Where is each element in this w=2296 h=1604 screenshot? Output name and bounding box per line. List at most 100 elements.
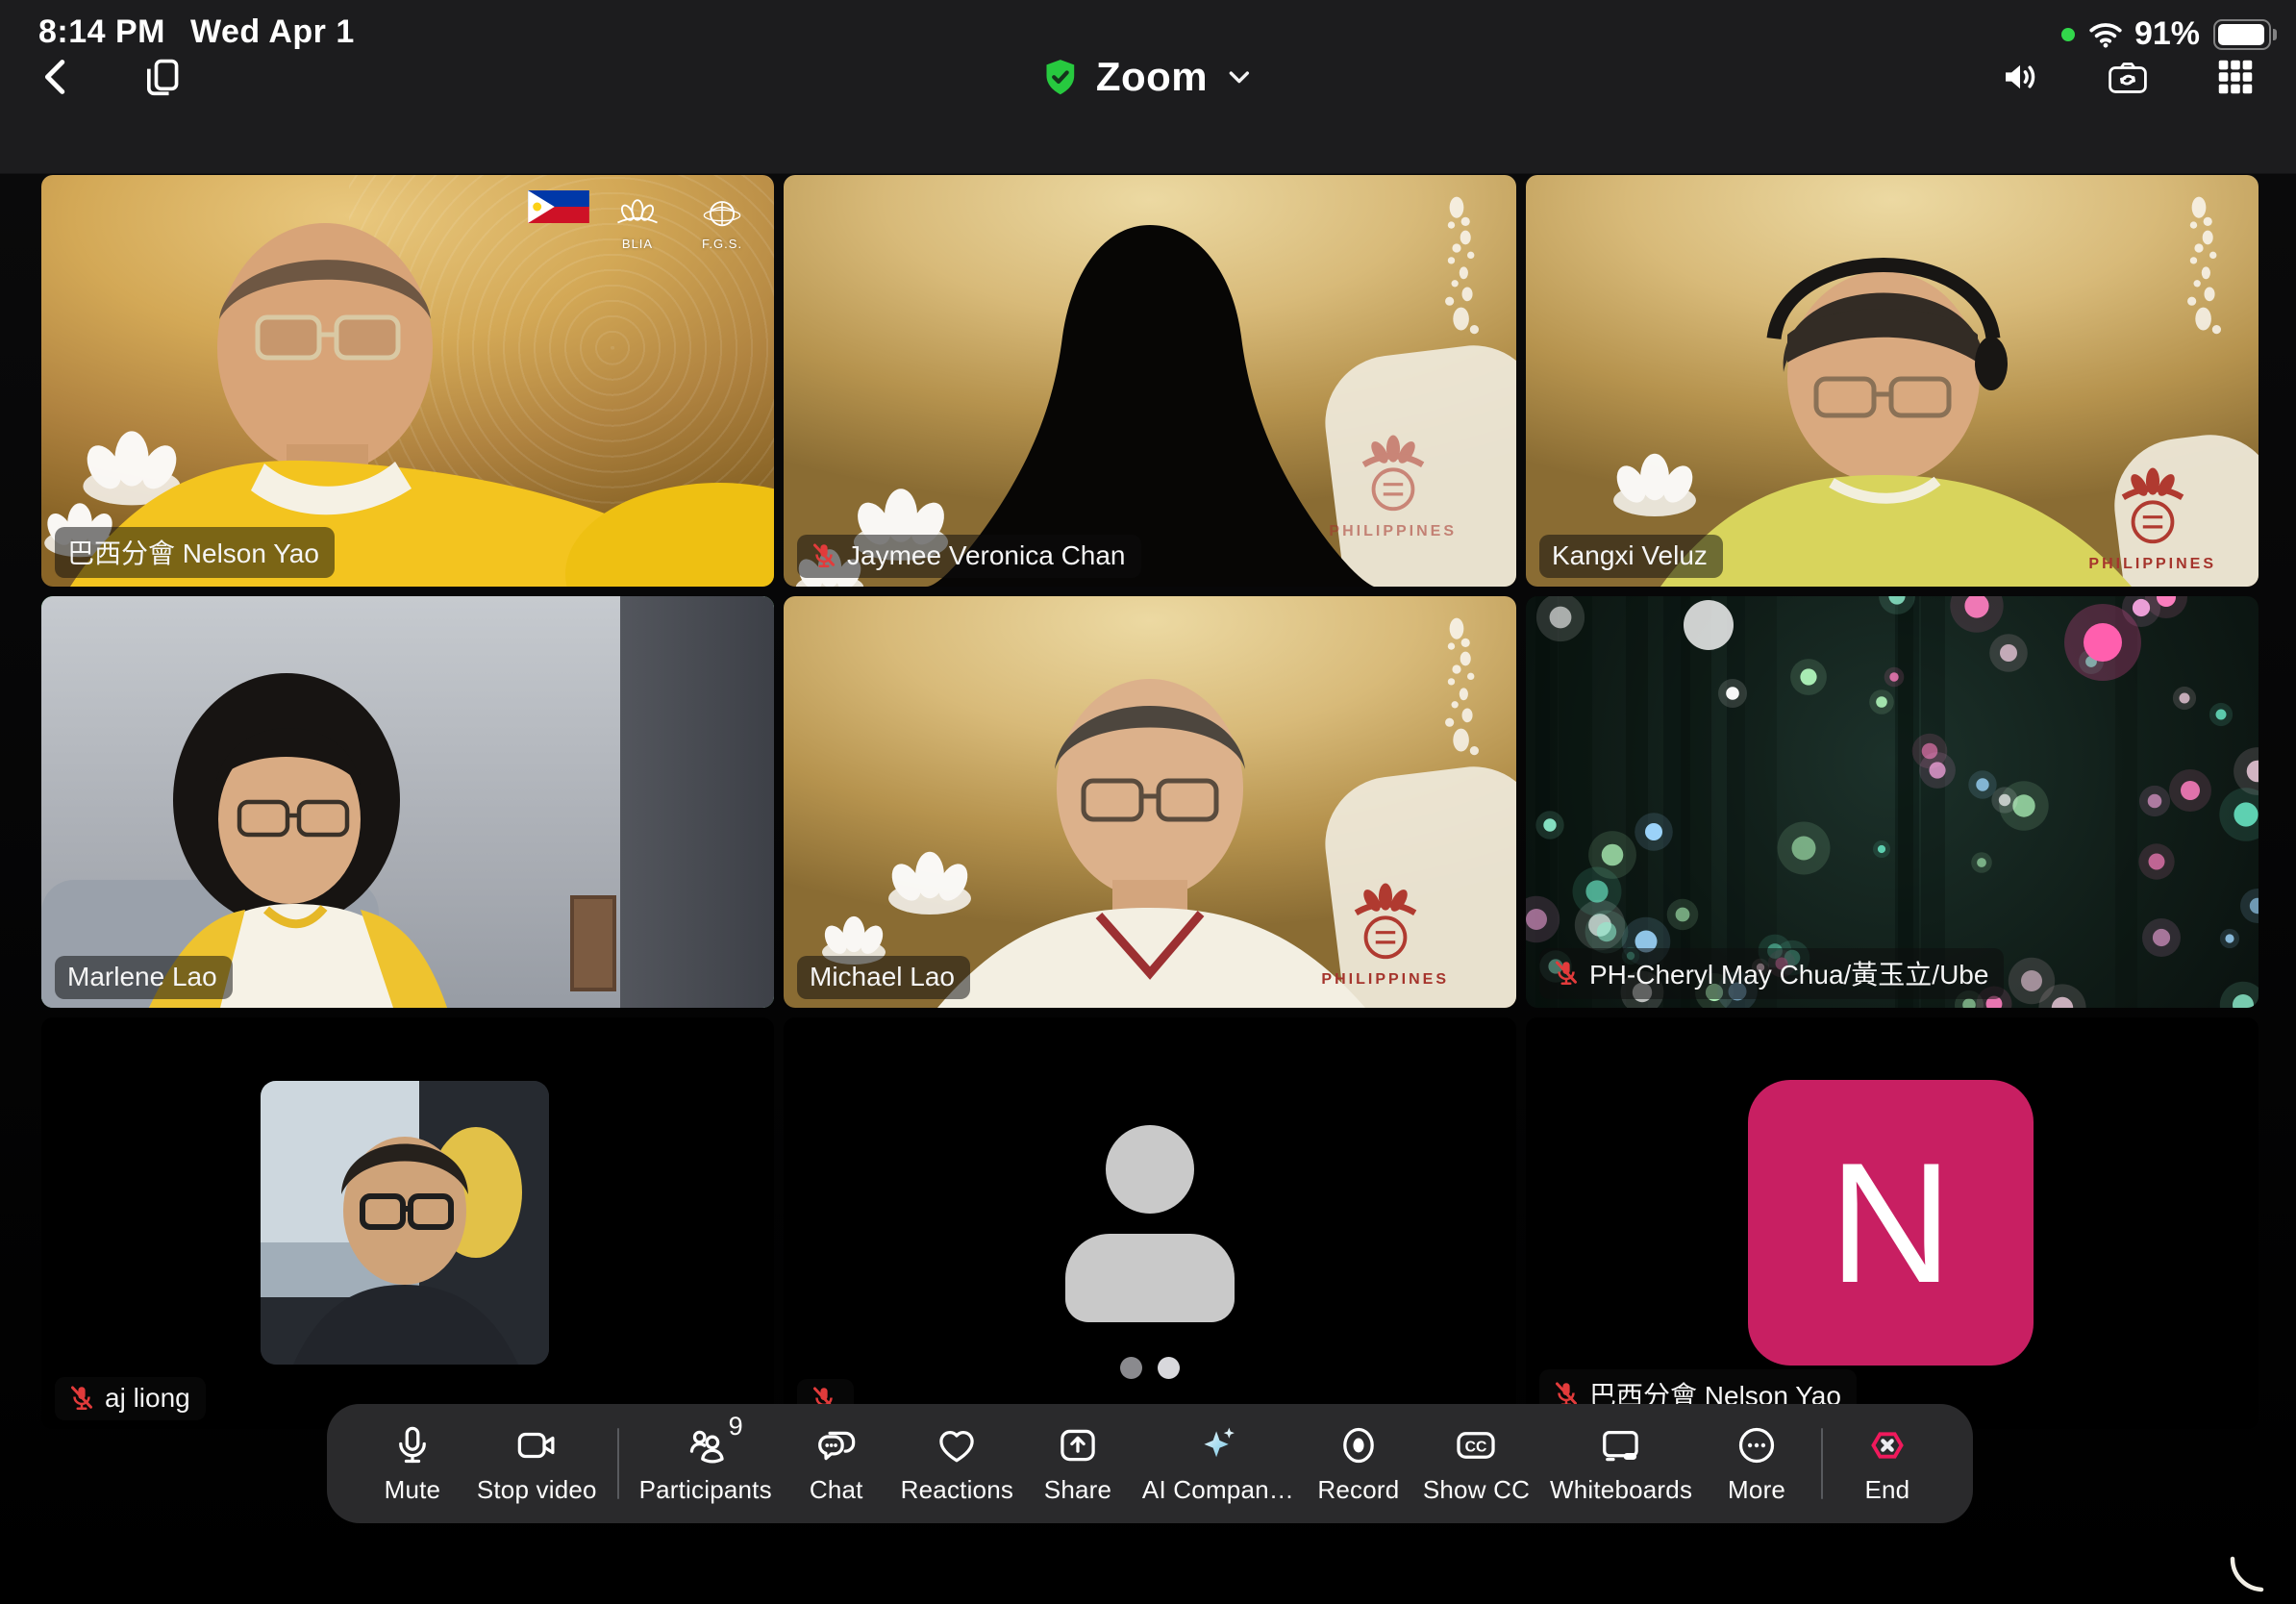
toolbar-button-label: Record xyxy=(1317,1475,1399,1505)
toolbar-button-whiteboards[interactable]: Whiteboards xyxy=(1550,1423,1692,1505)
toolbar-button-label: Share xyxy=(1044,1475,1111,1505)
app-switcher-icon xyxy=(140,55,185,102)
participant-name: aj liong xyxy=(105,1383,190,1414)
toolbar-button-label: Reactions xyxy=(901,1475,1013,1505)
toolbar-button-label: Whiteboards xyxy=(1550,1475,1692,1505)
participant-name-label: Michael Lao xyxy=(797,956,970,999)
muted-microphone-icon xyxy=(810,541,838,570)
toolbar-button-more[interactable]: More xyxy=(1712,1423,1801,1505)
participant-name: PH-Cheryl May Chua/黃玉立/Ube xyxy=(1589,954,1988,992)
toolbar-button-label: AI Compan… xyxy=(1142,1475,1294,1505)
participants-icon: 9 xyxy=(684,1423,728,1467)
participant-video-person xyxy=(261,1081,549,1365)
participant-name-label: Kangxi Veluz xyxy=(1539,535,1723,578)
video-tile[interactable] xyxy=(784,1017,1516,1429)
camera-flip-icon xyxy=(2106,55,2150,102)
microphone-icon xyxy=(390,1423,435,1467)
muted-microphone-icon xyxy=(1552,959,1581,988)
heart-icon xyxy=(935,1423,979,1467)
toolbar-button-share[interactable]: Share xyxy=(1034,1423,1122,1505)
apps-grid-button[interactable] xyxy=(2209,52,2261,104)
video-tile[interactable]: aj liong xyxy=(41,1017,774,1429)
battery-percent: 91% xyxy=(2134,15,2200,53)
wifi-icon xyxy=(2086,19,2125,50)
toolbar-divider xyxy=(1821,1428,1823,1499)
video-tile[interactable]: PHILIPPINES Kangxi Veluz xyxy=(1526,175,2259,587)
toolbar-button-stop-video[interactable]: Stop video xyxy=(477,1423,597,1505)
participant-name: Marlene Lao xyxy=(67,962,217,992)
participant-name-label: 巴西分會 Nelson Yao xyxy=(55,527,335,578)
ai-companion-icon xyxy=(1196,1423,1240,1467)
page-dot xyxy=(1158,1357,1180,1379)
speaker-button[interactable] xyxy=(1994,52,2046,104)
participant-name-label: Jaymee Veronica Chan xyxy=(797,535,1141,578)
record-icon xyxy=(1336,1423,1381,1467)
camera-flip-button[interactable] xyxy=(2102,52,2154,104)
toolbar-button-label: Participants xyxy=(639,1475,772,1505)
meeting-toolbar: Mute Stop video 9 Participants Chat Reactions… xyxy=(327,1404,1973,1523)
app-switcher-button[interactable] xyxy=(137,52,188,104)
chevron-down-icon xyxy=(1223,61,1256,93)
toolbar-button-label: Stop video xyxy=(477,1475,597,1505)
battery-icon xyxy=(2213,19,2271,50)
avatar-placeholder xyxy=(1065,1125,1235,1322)
toolbar-button-label: Show CC xyxy=(1423,1475,1530,1505)
participant-video-person xyxy=(41,596,774,1008)
toolbar-button-ai-companion[interactable]: AI Compan… xyxy=(1142,1423,1294,1505)
whiteboard-icon xyxy=(1599,1423,1643,1467)
page-dot xyxy=(1120,1357,1142,1379)
toolbar-button-mute[interactable]: Mute xyxy=(368,1423,457,1505)
apps-grid-icon xyxy=(2213,55,2258,102)
participants-count-badge: 9 xyxy=(729,1412,743,1441)
toolbar-button-participants[interactable]: 9 Participants xyxy=(639,1423,772,1505)
meeting-title-menu[interactable]: Zoom xyxy=(1040,54,1256,100)
toolbar-button-record[interactable]: Record xyxy=(1314,1423,1403,1505)
chat-icon xyxy=(814,1423,859,1467)
participant-name: Jaymee Veronica Chan xyxy=(847,540,1126,571)
participant-name-label: Marlene Lao xyxy=(55,956,233,999)
share-icon xyxy=(1056,1423,1100,1467)
shield-check-icon xyxy=(1040,57,1081,97)
page-indicator-dots[interactable] xyxy=(1120,1357,1180,1379)
overlay-logos: BLIAF.G.S. xyxy=(528,190,759,251)
video-tile[interactable]: PHILIPPINES Michael Lao xyxy=(784,596,1516,1008)
toolbar-button-end[interactable]: End xyxy=(1843,1423,1932,1505)
video-tile[interactable]: PHILIPPINESJaymee Veronica Chan xyxy=(784,175,1516,587)
toolbar-button-label: More xyxy=(1728,1475,1785,1505)
fairy-lights-graphic xyxy=(1526,596,2259,1008)
participant-name: Michael Lao xyxy=(810,962,955,992)
video-tile[interactable]: Marlene Lao xyxy=(41,596,774,1008)
svg-text:CC: CC xyxy=(1465,1439,1487,1455)
blia-philippines-emblem: PHILIPPINES xyxy=(2088,465,2216,573)
toolbar-button-label: Chat xyxy=(810,1475,863,1505)
back-button[interactable] xyxy=(31,52,83,104)
toolbar-divider xyxy=(617,1428,619,1499)
status-bar: 8:14 PM Wed Apr 1 91% xyxy=(0,10,2296,52)
video-grid: BLIAF.G.S.巴西分會 Nelson YaoPHILIPPINESJaym… xyxy=(41,175,2259,1429)
toolbar-button-show-cc[interactable]: CC Show CC xyxy=(1423,1423,1530,1505)
back-chevron-icon xyxy=(35,55,79,102)
participant-silhouette xyxy=(784,175,1516,587)
blia-philippines-emblem: PHILIPPINES xyxy=(1321,881,1449,989)
blia-lotus-emblem-icon xyxy=(2115,465,2190,554)
video-tile[interactable]: PH-Cheryl May Chua/黃玉立/Ube xyxy=(1526,596,2259,1008)
speaker-icon xyxy=(1998,55,2042,102)
toolbar-button-reactions[interactable]: Reactions xyxy=(901,1423,1013,1505)
letter-avatar: N xyxy=(1748,1080,2034,1366)
video-camera-icon xyxy=(514,1423,559,1467)
more-icon xyxy=(1734,1423,1779,1467)
clock: 8:14 PM xyxy=(38,13,165,51)
date: Wed Apr 1 xyxy=(190,13,355,51)
toolbar-button-label: End xyxy=(1864,1475,1909,1505)
video-tile[interactable]: BLIAF.G.S. 巴西分會 Nelson Yao xyxy=(41,175,774,587)
video-tile[interactable]: N巴西分會 Nelson Yao xyxy=(1526,1017,2259,1429)
top-bar: Zoom xyxy=(0,52,2296,115)
participant-name: 巴西分會 Nelson Yao xyxy=(67,533,319,571)
toolbar-button-label: Mute xyxy=(385,1475,441,1505)
participant-name-label: PH-Cheryl May Chua/黃玉立/Ube xyxy=(1539,948,2004,999)
meeting-title: Zoom xyxy=(1096,54,1208,100)
end-call-icon xyxy=(1865,1423,1909,1467)
participant-name-label: aj liong xyxy=(55,1377,206,1420)
toolbar-button-chat[interactable]: Chat xyxy=(792,1423,881,1505)
blia-lotus-logo: BLIA xyxy=(601,190,674,251)
